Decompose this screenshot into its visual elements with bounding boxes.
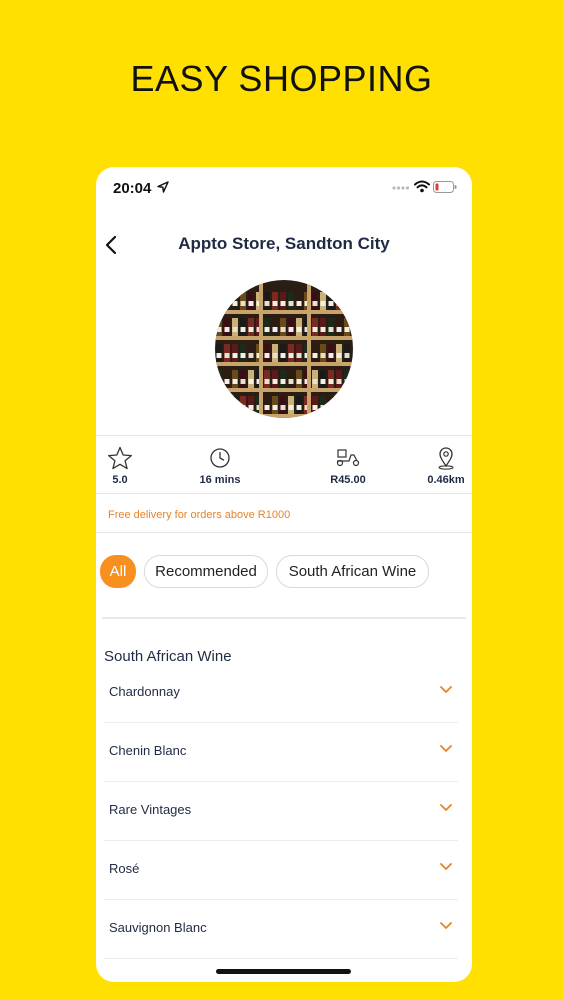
nav-bar: Appto Store, Sandton City <box>96 227 472 263</box>
section-divider <box>102 617 466 619</box>
free-delivery-text: Free delivery for orders above R1000 <box>108 509 291 521</box>
filter-chips: All Recommended South African Wine <box>96 555 472 589</box>
chip-all[interactable]: All <box>100 555 136 588</box>
status-bar: 20:04 <box>96 167 472 211</box>
status-time: 20:04 <box>113 180 152 197</box>
category-row-rose[interactable]: Rosé <box>104 841 458 900</box>
stat-delivery-time: 16 mins <box>190 446 250 486</box>
chevron-down-icon <box>440 863 452 870</box>
category-label: Rare Vintages <box>109 802 192 817</box>
chevron-down-icon <box>440 686 452 693</box>
chip-south-african-wine[interactable]: South African Wine <box>276 555 429 588</box>
chevron-down-icon <box>440 922 452 929</box>
category-label: Sauvignon Blanc <box>109 920 207 935</box>
home-indicator <box>216 969 351 974</box>
category-row-chenin-blanc[interactable]: Chenin Blanc <box>104 723 458 782</box>
chevron-down-icon <box>440 804 452 811</box>
scooter-icon <box>336 449 360 467</box>
clock-icon <box>210 448 230 468</box>
star-icon <box>108 446 132 470</box>
chip-recommended[interactable]: Recommended <box>144 555 268 588</box>
category-label: Rosé <box>109 861 140 876</box>
section-title: South African Wine <box>104 648 232 665</box>
stat-delivery-fee: R45.00 <box>318 446 378 486</box>
store-image <box>215 280 353 418</box>
stat-rating: 5.0 <box>96 446 150 486</box>
store-title: Appto Store, Sandton City <box>178 234 390 253</box>
location-arrow-icon <box>157 181 169 193</box>
category-label: Chenin Blanc <box>109 743 187 758</box>
store-stats: 5.0 16 mins R45.00 0.46km <box>96 435 472 494</box>
category-row-rare-vintages[interactable]: Rare Vintages <box>104 782 458 841</box>
rating-value: 5.0 <box>112 474 128 486</box>
promo-headline: EASY SHOPPING <box>130 58 433 99</box>
category-label: Chardonnay <box>109 684 180 699</box>
category-row-chardonnay[interactable]: Chardonnay <box>104 664 458 723</box>
phone-screen: 20:04 Appto Store, Sandton City 5.0 16 m… <box>96 167 472 982</box>
distance-value: 0.46km <box>427 474 465 486</box>
chevron-down-icon <box>440 745 452 752</box>
location-pin-icon <box>438 447 454 470</box>
category-row-sauvignon-blanc[interactable]: Sauvignon Blanc <box>104 900 458 959</box>
delivery-time-value: 16 mins <box>199 474 241 486</box>
promo-banner: Free delivery for orders above R1000 <box>96 493 472 533</box>
battery-low-icon <box>433 181 457 193</box>
wifi-icon <box>414 180 430 193</box>
wine-shelves-image <box>215 280 353 418</box>
stat-distance: 0.46km <box>416 446 472 486</box>
delivery-fee-value: R45.00 <box>330 474 366 486</box>
cellular-signal-icon <box>392 186 410 190</box>
